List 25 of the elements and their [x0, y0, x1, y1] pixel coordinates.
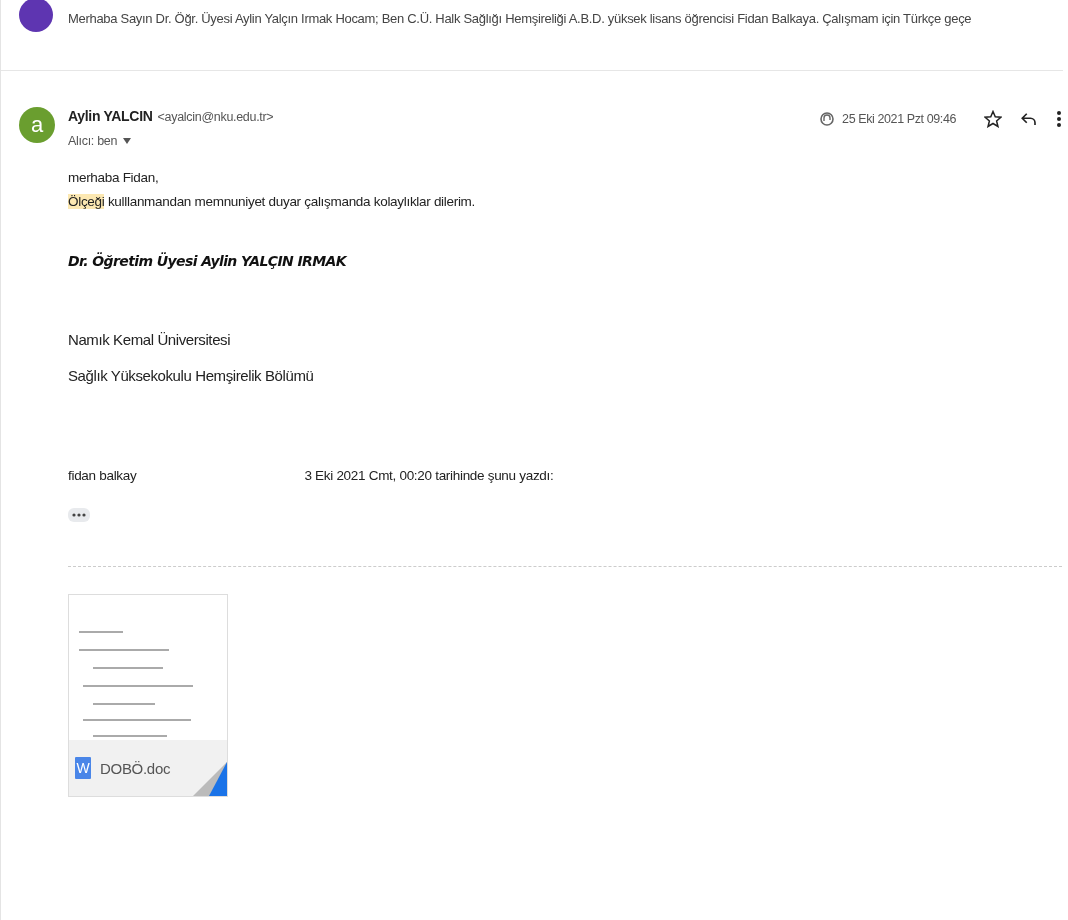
sender-email: <ayalcin@nku.edu.tr> — [157, 110, 274, 124]
body-text: Ölçeği kulllanmandan memnuniyet duyar çalışmanda kolaylıklar dilerim. — [68, 194, 476, 209]
signature-line: Namık Kemal Üniversitesi — [68, 331, 232, 348]
attachment-name: DOBÖ.doc — [100, 759, 171, 777]
attachment-card[interactable]: W DOBÖ.doc — [68, 594, 228, 797]
message-snippet[interactable]: Merhaba Sayın Dr. Öğr. Üyesi Aylin Yalçın Irmak Hocam; Ben C.Ü. Halk Sağlığı Hemşireliği A.B.D. yüksek lisans öğrencisi Fidan Balkaya. Çalışmam için Türkçe geçe — [68, 11, 972, 26]
sender-name: Aylin YALCIN — [68, 108, 153, 124]
quote-header: 3 Eki 2021 Cmt, 00:20 tarihinde şunu yazdı: — [304, 468, 554, 483]
more-icon[interactable] — [1056, 110, 1062, 128]
attachment-icon — [820, 112, 835, 126]
message-date: 25 Eki 2021 Pzt 09:46 — [842, 112, 956, 126]
signature-name: Dr. Öğretim Üyesi Aylin YALÇIN IRMAK — [68, 253, 348, 269]
avatar: a — [19, 107, 55, 143]
recipient-label: Alıcı: ben — [68, 134, 118, 148]
caret-icon[interactable] — [123, 138, 132, 144]
star-icon[interactable] — [984, 110, 1002, 128]
word-document-icon: W — [75, 757, 91, 779]
quote-header: fidan balkay — [68, 468, 137, 483]
corner-fold-icon — [193, 762, 227, 796]
ellipsis-icon — [72, 513, 86, 517]
reply-icon[interactable] — [1020, 110, 1038, 128]
signature-line: Sağlık Yüksekokulu Hemşirelik Bölümü — [68, 367, 315, 384]
avatar — [19, 0, 53, 32]
greeting-text: merhaba Fidan, — [68, 170, 160, 185]
show-trimmed-button[interactable] — [68, 508, 90, 522]
